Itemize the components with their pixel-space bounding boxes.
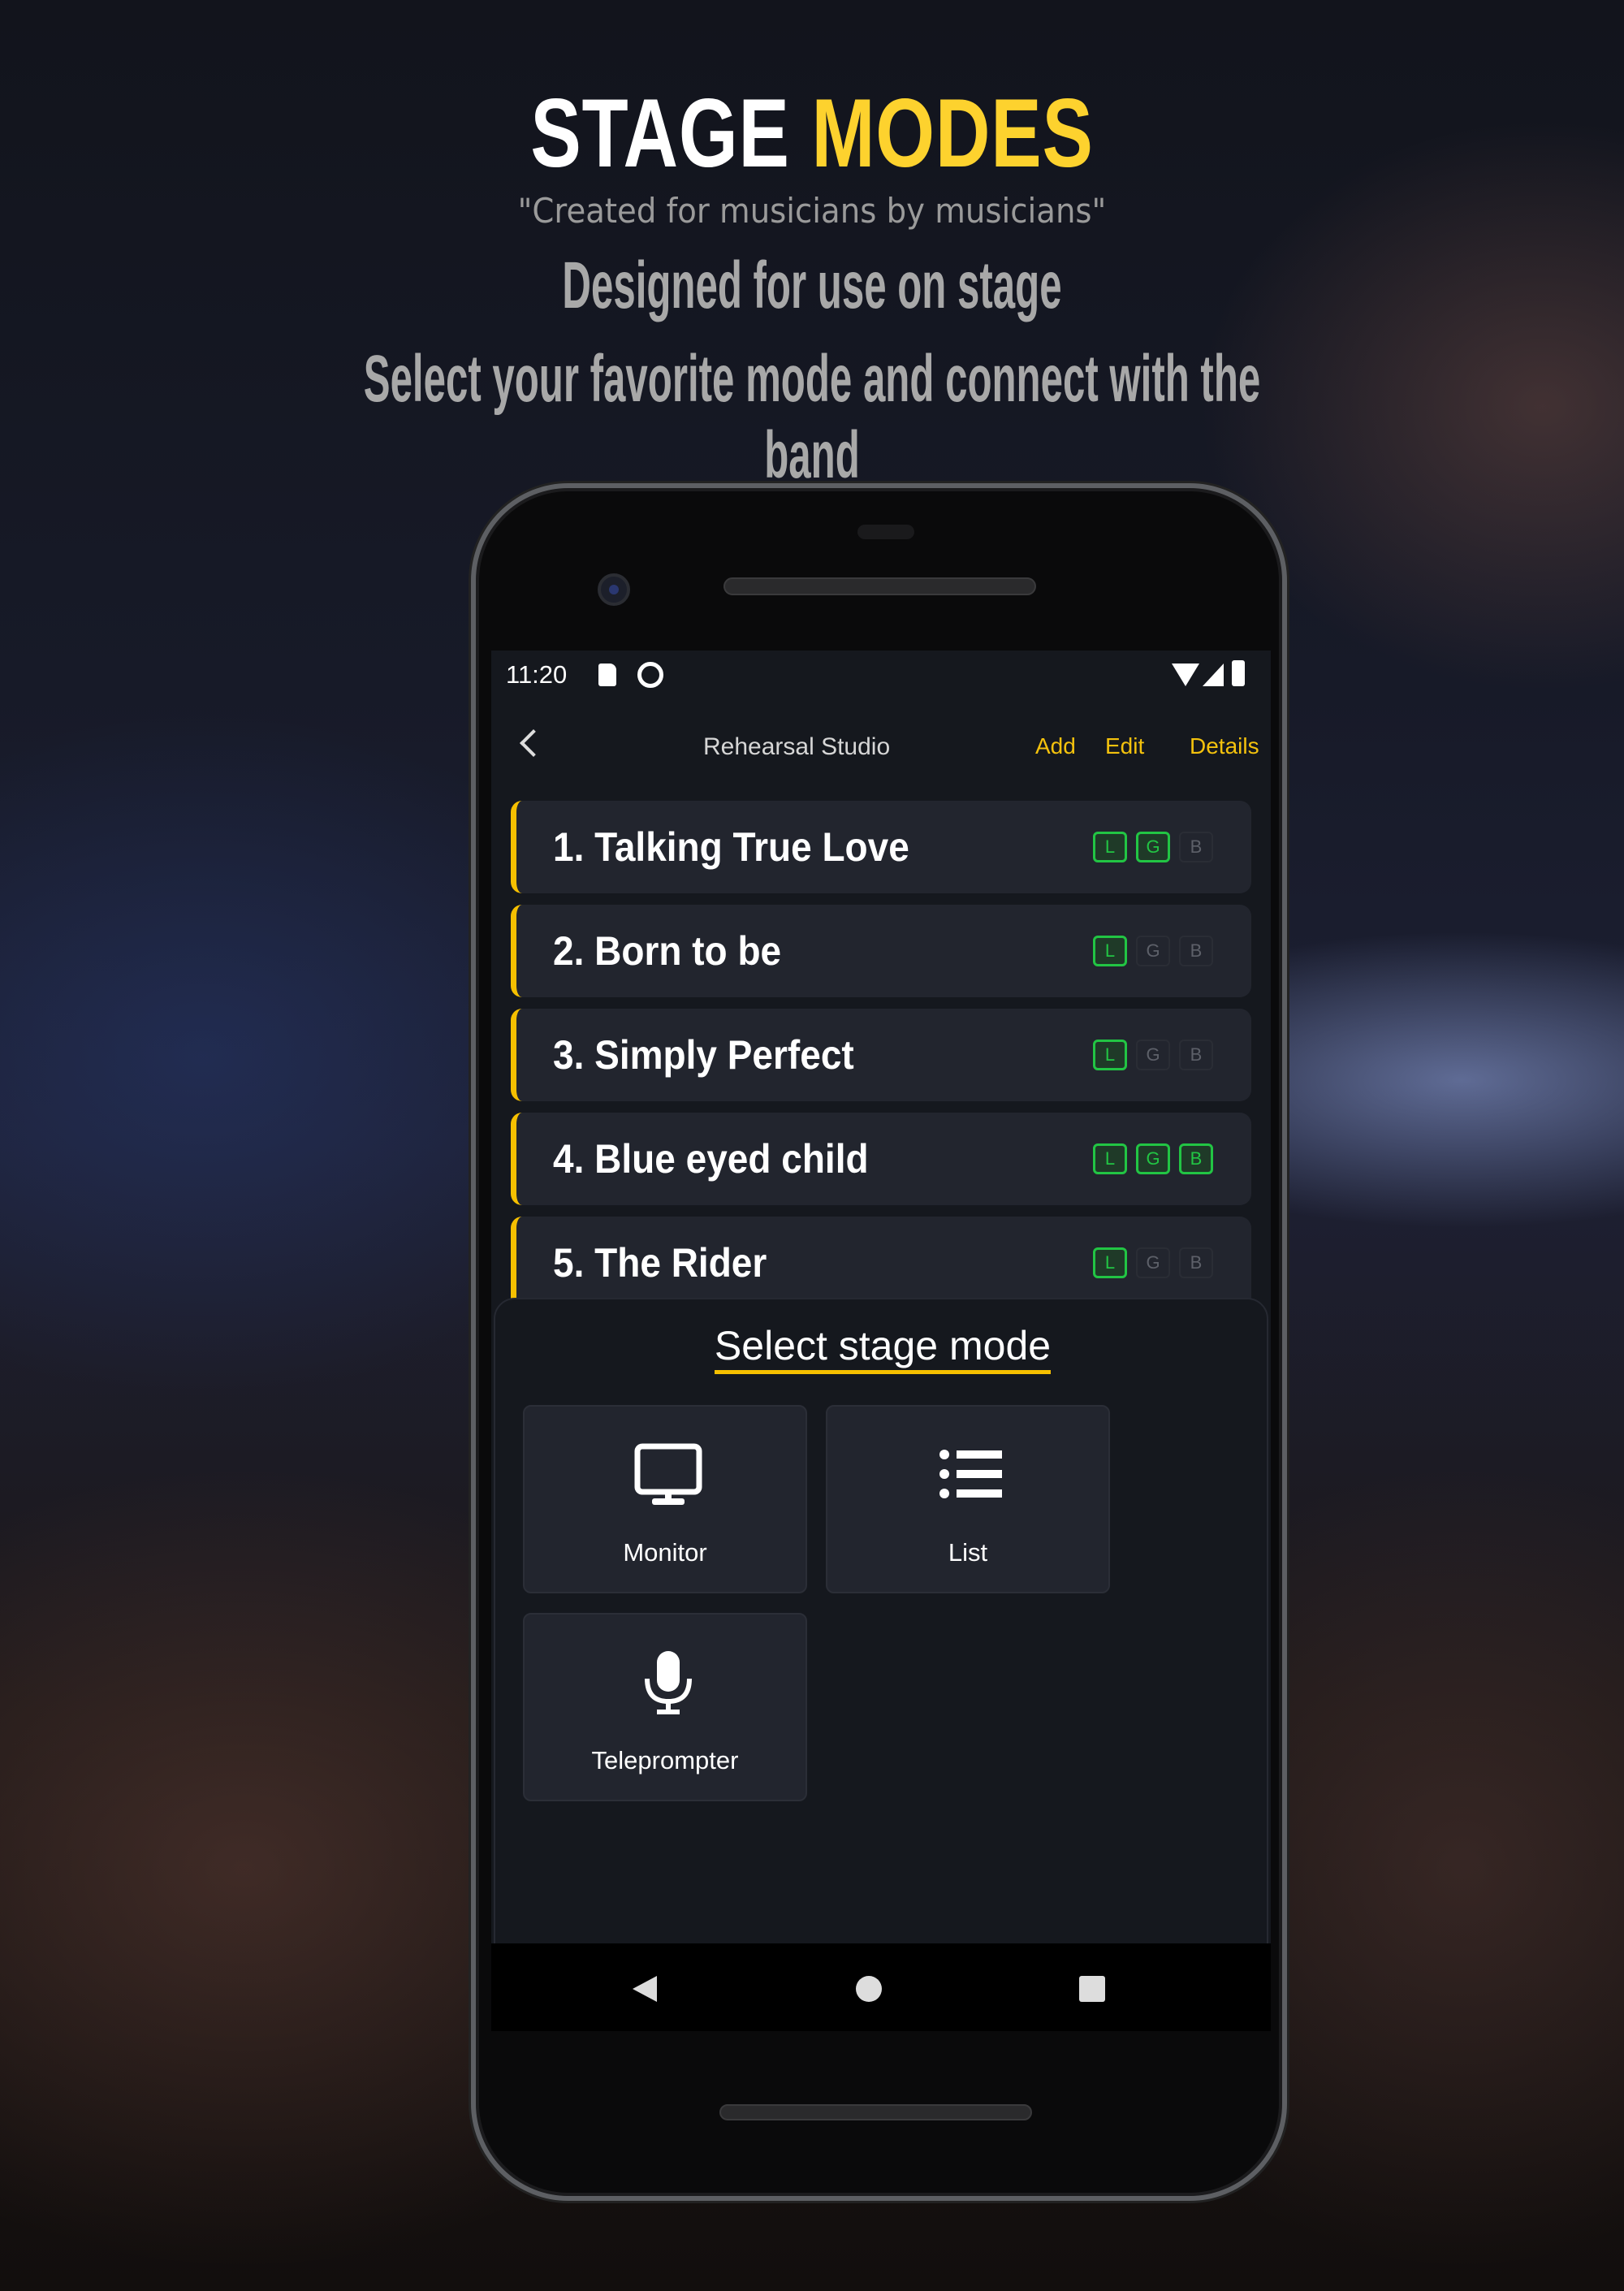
part-badge-l[interactable]: L — [1093, 1143, 1127, 1174]
part-badge-l[interactable]: L — [1093, 1040, 1127, 1070]
nav-recents-icon[interactable] — [1078, 1974, 1107, 2004]
song-row[interactable]: 2. Born to be L G B — [511, 905, 1251, 997]
part-badge-b[interactable]: B — [1179, 1143, 1213, 1174]
part-badges: LGB — [1093, 936, 1213, 966]
battery-icon — [1232, 660, 1245, 686]
stage-mode-sheet: Select stage mode Monitor List Telepromp… — [494, 1298, 1268, 2031]
tagline: "Created for musicians by musicians" — [517, 191, 1107, 231]
part-badge-l[interactable]: L — [1093, 936, 1127, 966]
app-header: Rehearsal Studio Add Edit Details — [491, 715, 1271, 780]
monitor-icon — [634, 1443, 702, 1505]
add-button[interactable]: Add — [1035, 733, 1076, 759]
edit-button[interactable]: Edit — [1105, 733, 1144, 759]
header-title: Rehearsal Studio — [703, 733, 891, 760]
front-camera — [598, 573, 630, 606]
sd-card-icon — [598, 664, 616, 686]
signal-icon — [1203, 664, 1224, 686]
mode-list-button[interactable]: List — [826, 1405, 1110, 1593]
song-title: 3. Simply Perfect — [553, 1032, 854, 1078]
sheet-title: Select stage mode — [495, 1322, 1270, 1374]
app-screen: 11:20 Rehearsal Studio Add Edit Details … — [491, 651, 1271, 2031]
part-badge-g[interactable]: G — [1136, 1040, 1170, 1070]
wifi-icon — [1172, 664, 1199, 686]
back-chevron-icon[interactable] — [520, 729, 547, 757]
subtitle-1: Designed for use on stage — [562, 249, 1062, 322]
subtitle-2: Select your favorite mode and connect wi… — [363, 342, 1261, 492]
speaker-grill — [723, 577, 1036, 595]
earpiece-slot — [857, 525, 914, 539]
part-badge-g[interactable]: G — [1136, 1143, 1170, 1174]
part-badge-b[interactable]: B — [1179, 1247, 1213, 1278]
status-time: 11:20 — [506, 660, 568, 689]
status-bar: 11:20 — [491, 651, 1271, 698]
part-badge-b[interactable]: B — [1179, 936, 1213, 966]
details-button[interactable]: Details — [1190, 733, 1259, 759]
part-badge-b[interactable]: B — [1179, 1040, 1213, 1070]
microphone-icon — [645, 1651, 692, 1714]
part-badge-g[interactable]: G — [1136, 936, 1170, 966]
song-row[interactable]: 5. The Rider L G B — [511, 1217, 1251, 1309]
song-row[interactable]: 1. Talking True Love L G B — [511, 801, 1251, 893]
mode-label: List — [948, 1538, 988, 1567]
phone-frame: 11:20 Rehearsal Studio Add Edit Details … — [471, 483, 1287, 2201]
title-part-2: MODES — [811, 79, 1094, 188]
mode-teleprompter-button[interactable]: Teleprompter — [523, 1613, 807, 1801]
song-title: 4. Blue eyed child — [553, 1136, 869, 1182]
nav-home-icon[interactable] — [854, 1974, 883, 2004]
song-title: 2. Born to be — [553, 928, 782, 974]
song-title: 1. Talking True Love — [553, 824, 909, 870]
page-title: STAGE MODES — [179, 77, 1445, 189]
part-badges: LGB — [1093, 1040, 1213, 1070]
part-badges: LGB — [1093, 1143, 1213, 1174]
list-icon — [939, 1450, 1002, 1498]
part-badge-b[interactable]: B — [1179, 832, 1213, 862]
mode-label: Teleprompter — [591, 1746, 739, 1774]
song-title: 5. The Rider — [553, 1240, 767, 1286]
part-badge-l[interactable]: L — [1093, 1247, 1127, 1278]
part-badges: LGB — [1093, 832, 1213, 862]
part-badges: LGB — [1093, 1247, 1213, 1278]
mode-monitor-button[interactable]: Monitor — [523, 1405, 807, 1593]
mode-label: Monitor — [623, 1538, 707, 1567]
sync-icon — [637, 662, 663, 688]
part-badge-g[interactable]: G — [1136, 1247, 1170, 1278]
song-row[interactable]: 3. Simply Perfect L G B — [511, 1009, 1251, 1101]
system-nav-bar — [491, 1943, 1271, 2031]
song-row[interactable]: 4. Blue eyed child L G B — [511, 1113, 1251, 1205]
part-badge-l[interactable]: L — [1093, 832, 1127, 862]
bottom-speaker-grill — [719, 2104, 1032, 2120]
nav-back-icon[interactable] — [631, 1974, 660, 2004]
title-part-1: STAGE — [530, 79, 790, 188]
part-badge-g[interactable]: G — [1136, 832, 1170, 862]
